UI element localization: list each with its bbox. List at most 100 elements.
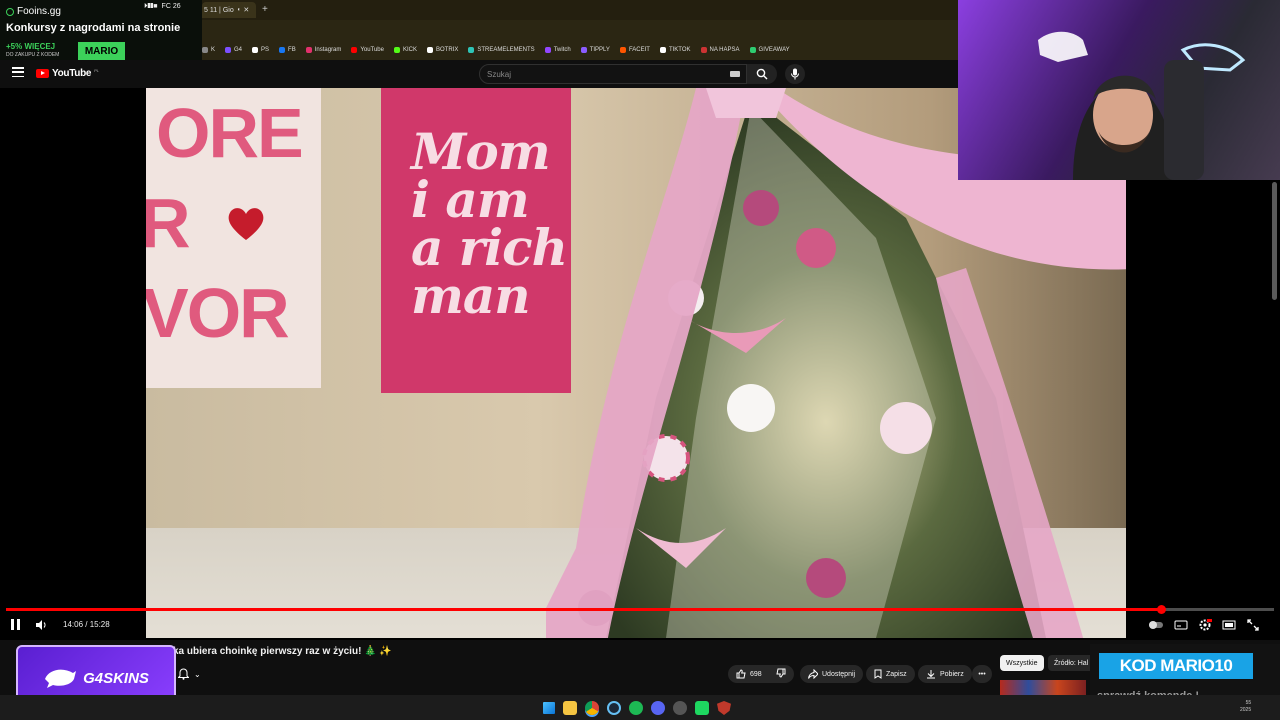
security-shield-icon[interactable] [717, 701, 731, 715]
bookmark-label: PS [261, 47, 270, 53]
download-button[interactable]: Pobierz [918, 665, 972, 683]
bookmark-item[interactable]: TIPPLY [580, 47, 610, 53]
settings-app-icon[interactable] [673, 701, 687, 715]
promo-title: Konkursy z nagrodami na stronie [6, 22, 181, 34]
fullscreen-icon[interactable] [1246, 618, 1260, 632]
windows-start-icon[interactable] [543, 702, 555, 714]
bookmark-icon [279, 47, 286, 53]
clock-time: 55 [1245, 700, 1252, 706]
more-actions-icon[interactable]: ••• [972, 665, 992, 683]
bookmark-item[interactable]: Twitch [544, 47, 571, 53]
subscription-bell-button[interactable]: ⌄ [178, 664, 212, 684]
volume-icon[interactable] [35, 619, 47, 631]
search-icon [756, 68, 768, 80]
save-label: Zapisz [886, 670, 907, 678]
bookmark-icon [749, 47, 756, 53]
bookmark-icon [351, 47, 358, 53]
sign-right-line-2: i am [411, 170, 530, 229]
browser-tab[interactable]: 5 11 | Gio ◖ ✕ [202, 2, 256, 18]
like-count: 698 [750, 670, 762, 678]
pause-button[interactable] [11, 619, 21, 630]
search-button[interactable] [747, 64, 777, 84]
bookmark-item[interactable]: Instagram [305, 47, 342, 53]
thumbs-down-icon [776, 668, 786, 678]
bookmark-item[interactable]: KICK [393, 47, 417, 53]
g4skins-logo-icon [45, 669, 77, 688]
bookmark-item[interactable]: STREAMELEMENTS [468, 47, 535, 53]
bookmark-item[interactable]: G4 [225, 47, 242, 53]
bookmark-item[interactable]: BOTRIX [427, 47, 458, 53]
promo-site-label: Fooins.gg [17, 6, 61, 17]
voice-search-button[interactable] [785, 64, 805, 84]
bookmarks-bar: K G4 PS FB Instagram YouTube KICK BOTRIX STREAME… [202, 42, 958, 58]
sign-left-line-2: R [146, 184, 191, 262]
bookmark-label: Twitch [553, 47, 571, 53]
spotify-icon[interactable] [629, 701, 643, 715]
file-explorer-icon[interactable] [563, 701, 577, 715]
bookmark-label: Instagram [314, 47, 342, 53]
bookmark-icon [874, 669, 882, 679]
bookmark-label: TIPPLY [589, 47, 610, 53]
bookmark-icon [468, 47, 475, 53]
fc-label: FC 26 [161, 3, 181, 10]
chrome-icon[interactable] [585, 701, 599, 715]
bookmark-item[interactable]: NA HAPSA [700, 47, 740, 53]
promo-bonus-label: +5% WIĘCEJ [6, 42, 56, 51]
bookmark-item[interactable]: PS [252, 47, 269, 53]
chip-all[interactable]: Wszystkie [1000, 655, 1044, 671]
progress-scrubber[interactable] [1156, 605, 1166, 614]
new-tab-icon[interactable]: + [262, 4, 268, 15]
tab-strip [202, 0, 958, 20]
bookmark-item[interactable]: FACEIT [619, 47, 650, 53]
tab-audio-icon[interactable]: ◖ [237, 7, 241, 13]
bookmark-item[interactable]: YouTube [351, 47, 384, 53]
bookmark-icon [252, 47, 259, 53]
theater-mode-icon[interactable] [1222, 618, 1236, 632]
autoplay-toggle-icon[interactable] [1148, 618, 1163, 632]
share-label: Udostępnij [822, 670, 856, 678]
bookmark-item[interactable]: K [202, 47, 215, 53]
keyboard-icon[interactable] [730, 71, 740, 77]
bell-icon [178, 668, 189, 680]
save-button[interactable]: Zapisz [866, 665, 915, 683]
promo-bonus-sub: DO ZAKUPU Z KODEM [6, 52, 60, 58]
dislike-button[interactable] [776, 668, 786, 680]
video-sign-right: Mom i am a rich man [381, 88, 571, 393]
bookmark-item[interactable]: GIVEAWAY [749, 47, 790, 53]
bookmark-icon [700, 47, 707, 53]
bookmark-label: KICK [402, 47, 417, 53]
download-icon [927, 670, 935, 679]
settings-gear-icon[interactable] [1198, 618, 1212, 632]
clock-date: 2025 [1240, 707, 1252, 713]
chip-source[interactable]: Źródło: Hal [1048, 655, 1095, 671]
progress-fill [6, 608, 1162, 611]
media-controls-icon: ⏵❚❚■ [144, 3, 158, 10]
bookmark-label: FACEIT [628, 47, 650, 53]
subtitles-icon[interactable] [1174, 618, 1188, 632]
bookmark-label: G4 [234, 47, 243, 53]
like-button[interactable]: 698 [736, 669, 762, 679]
bookmark-label: YouTube [360, 47, 384, 53]
taskbar-clock[interactable]: 55 2025 [1240, 700, 1251, 714]
tab-close-icon[interactable]: ✕ [243, 6, 249, 14]
g4skins-label: G4SKINS [83, 669, 149, 687]
youtube-logo[interactable]: YouTube PL [36, 68, 99, 79]
sign-right-line-3: a rich [411, 218, 568, 277]
search-input[interactable]: Szukaj [479, 64, 747, 84]
promo-code: MARIO [78, 42, 125, 60]
menu-icon[interactable] [12, 67, 24, 77]
recommended-thumbnail[interactable] [1000, 680, 1086, 696]
share-button[interactable]: Udostępnij [800, 665, 864, 683]
bookmark-item[interactable]: FB [279, 47, 296, 53]
app-green-icon[interactable] [695, 701, 709, 715]
bookmark-icon [225, 47, 232, 53]
bookmark-item[interactable]: TIKTOK [659, 47, 691, 53]
promo-bonus: +5% WIĘCEJ DO ZAKUPU Z KODEM [6, 42, 72, 62]
bookmark-icon [393, 47, 400, 53]
page-scrollbar[interactable] [1272, 182, 1277, 300]
discord-icon[interactable] [651, 701, 665, 715]
bookmark-icon [427, 47, 433, 53]
thumbs-up-icon [736, 669, 746, 679]
steam-icon[interactable] [607, 701, 621, 715]
video-title: ka ubiera choinkę pierwszy raz w życiu! … [173, 646, 392, 657]
